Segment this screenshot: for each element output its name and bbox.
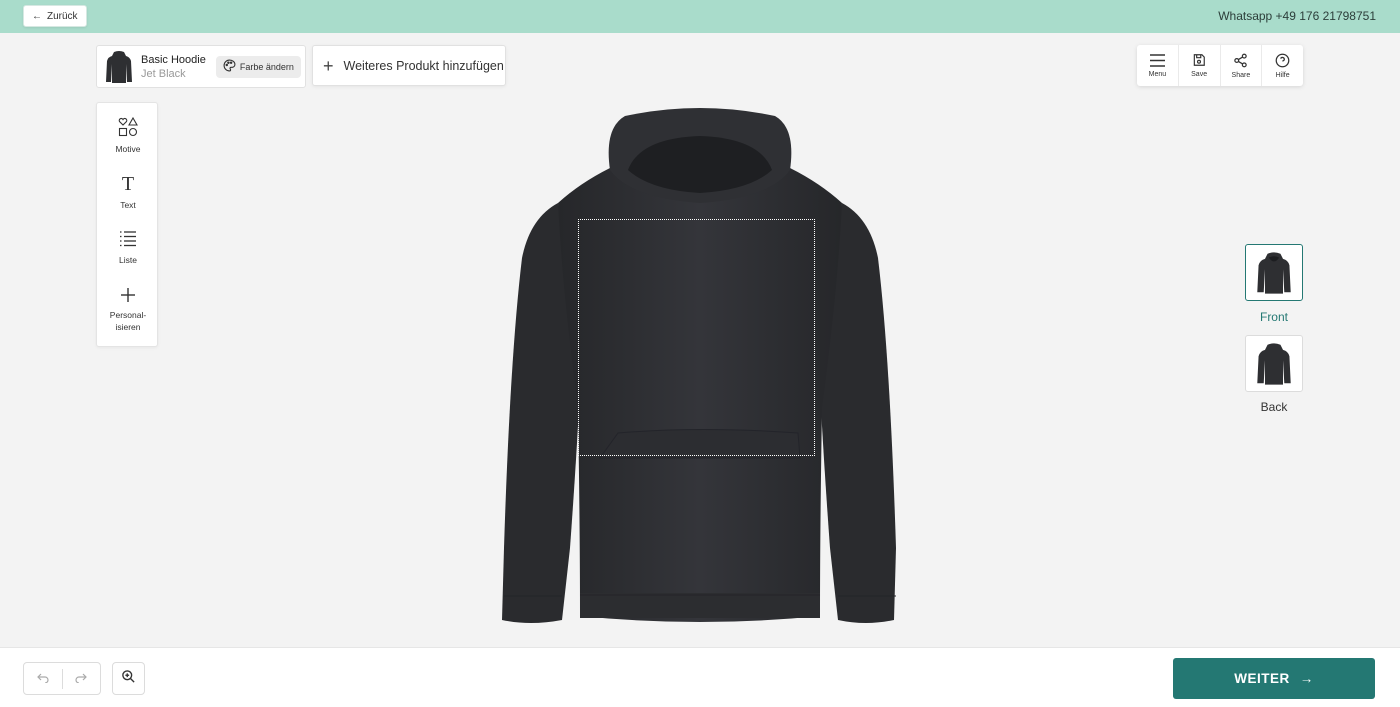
share-label: Share	[1231, 71, 1251, 79]
save-label: Save	[1191, 71, 1208, 78]
share-icon	[1233, 53, 1248, 70]
whatsapp-contact: Whatsapp +49 176 21798751	[1218, 9, 1376, 23]
arrow-right-icon: →	[1299, 671, 1314, 686]
next-button-label: WEITER	[1234, 671, 1290, 686]
back-button[interactable]: ← Zurück	[23, 5, 87, 27]
bottom-bar: WEITER →	[0, 647, 1400, 707]
share-button[interactable]: Share	[1221, 45, 1263, 86]
menu-label: Menu	[1148, 70, 1167, 78]
sidebar-item-label: Liste	[119, 255, 137, 266]
list-icon	[119, 230, 137, 251]
product-color-name: Jet Black	[141, 67, 186, 80]
zoom-button[interactable]	[112, 662, 145, 695]
back-button-label: Zurück	[47, 10, 78, 22]
zoom-in-icon	[121, 669, 136, 689]
hoodie-front-icon	[1257, 251, 1291, 294]
hoodie-back-icon	[1257, 342, 1291, 385]
sidebar-item-personalisieren[interactable]: Personal- isieren	[97, 287, 159, 333]
shapes-icon	[118, 116, 138, 140]
sidebar-item-label: Text	[120, 200, 136, 211]
save-icon	[1192, 53, 1206, 69]
menu-button[interactable]: Menu	[1137, 45, 1179, 86]
help-icon	[1275, 53, 1290, 70]
view-front-thumbnail[interactable]	[1245, 244, 1303, 301]
add-product-button[interactable]: + Weiteres Produkt hinzufügen	[312, 45, 506, 86]
help-label: Hilfe	[1275, 71, 1290, 79]
sidebar-item-motive[interactable]: Motive	[97, 116, 159, 156]
product-name: Basic Hoodie	[141, 53, 206, 66]
text-icon: T	[118, 173, 138, 196]
plus-icon: +	[323, 55, 334, 76]
menu-icon	[1149, 53, 1165, 69]
sidebar-item-text[interactable]: T Text	[97, 173, 159, 212]
arrow-left-icon: ←	[32, 10, 42, 22]
sidebar-item-label: Personal- isieren	[109, 310, 147, 332]
next-button[interactable]: WEITER →	[1173, 658, 1375, 699]
view-back-thumbnail[interactable]	[1245, 335, 1303, 392]
help-button[interactable]: Hilfe	[1262, 45, 1303, 86]
undo-button[interactable]	[24, 663, 62, 694]
change-color-label: Farbe ändern	[239, 61, 294, 72]
redo-button[interactable]	[63, 663, 101, 694]
svg-text:T: T	[122, 173, 134, 193]
product-card: Basic Hoodie Jet Black Farbe ändern	[96, 45, 306, 88]
plus-icon	[120, 287, 136, 306]
save-button[interactable]: Save	[1179, 45, 1221, 86]
palette-icon	[223, 59, 236, 74]
design-tools-panel: Motive T Text Liste Personal- isieren	[96, 102, 158, 347]
sidebar-item-label: Motive	[115, 144, 141, 155]
sidebar-item-liste[interactable]: Liste	[97, 230, 159, 267]
add-product-label: Weiteres Produkt hinzufügen	[343, 58, 504, 73]
redo-icon	[75, 671, 88, 686]
top-bar: ← Zurück Whatsapp +49 176 21798751	[0, 0, 1400, 33]
view-back-label: Back	[1260, 400, 1288, 414]
undo-icon	[36, 671, 49, 686]
undo-redo-group	[23, 662, 101, 695]
print-area[interactable]	[578, 219, 815, 456]
product-thumbnail	[105, 50, 133, 84]
change-color-button[interactable]: Farbe ändern	[215, 55, 301, 78]
editor-toolbar: Menu Save Share Hilfe	[1137, 45, 1303, 86]
view-front-label: Front	[1259, 310, 1288, 324]
